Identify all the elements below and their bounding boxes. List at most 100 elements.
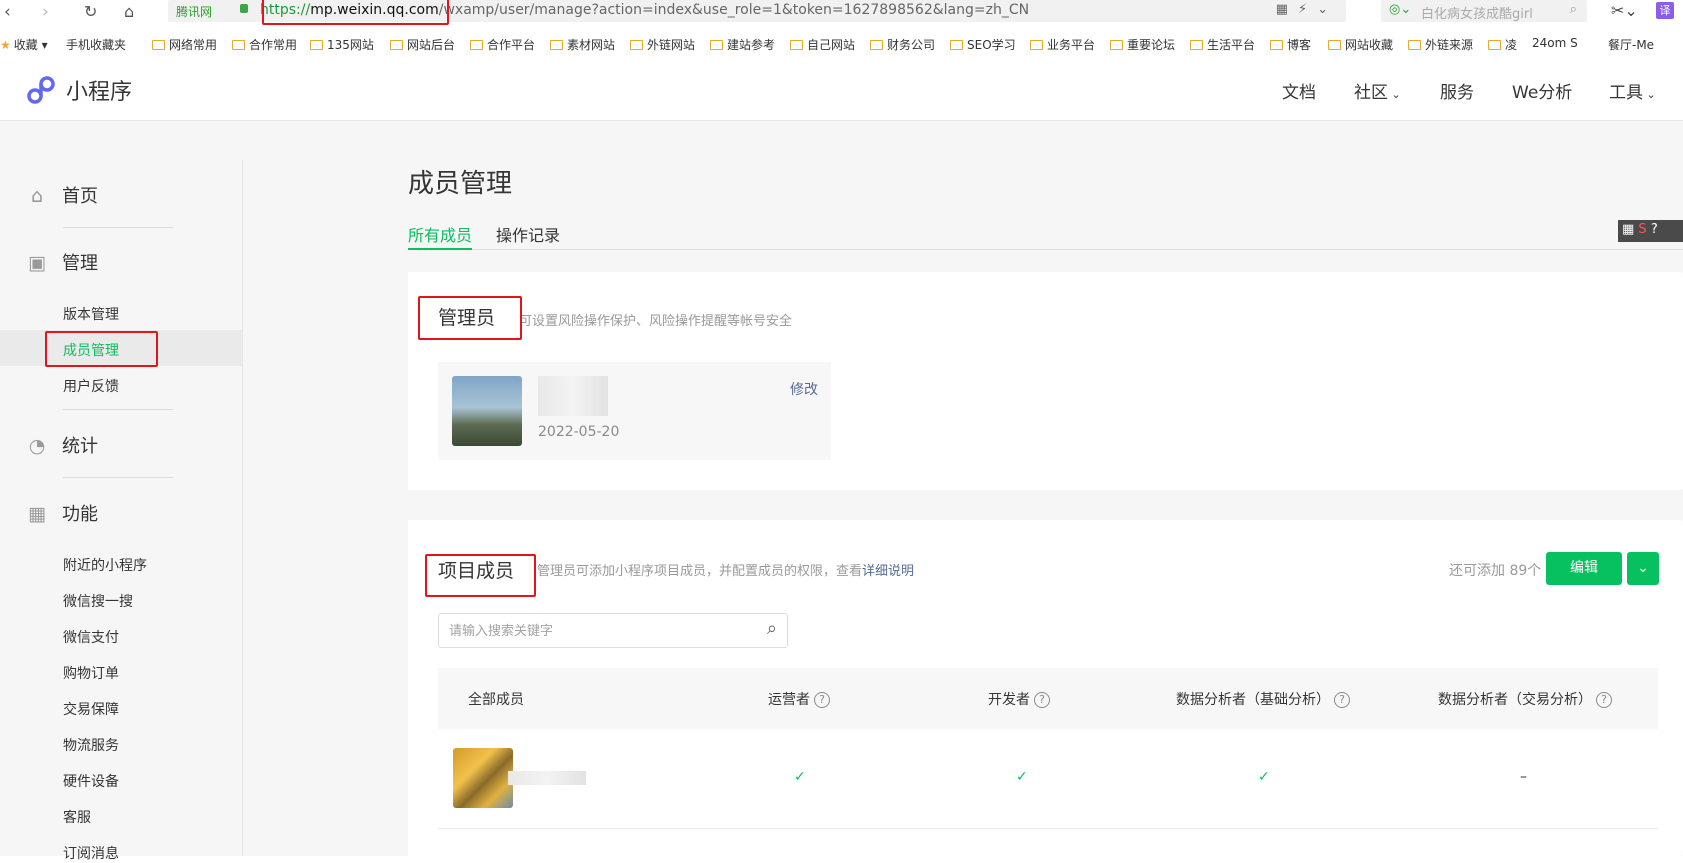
admin-name-blurred [538,376,608,416]
sidebar-item-feedback[interactable]: 用户反馈 [63,376,119,396]
search-icon[interactable]: ⌕ [767,618,777,639]
site-header: 小程序 文档 社区 ⌄ 服务 We分析 工具 ⌄ [0,56,1683,121]
tab-all-members[interactable]: 所有成员 [408,222,473,250]
help-icon[interactable]: ? [1034,692,1050,708]
edit-members-button[interactable]: 编辑 [1546,552,1622,585]
bookmark-item[interactable]: 财务公司 [870,36,935,53]
logo-text[interactable]: 小程序 [66,74,132,106]
table-row: ✓ ✓ ✓ – [438,729,1658,829]
chevron-down-icon: ⌄ [1643,88,1656,101]
bookmark-item[interactable]: 重要论坛 [1110,36,1175,53]
security-badge: 腾讯网 [176,5,213,19]
sidebar-section-manage[interactable]: ▣ 管理 [26,249,98,275]
sidebar-item-wechat-pay[interactable]: 微信支付 [63,627,119,647]
address-bar-icons[interactable]: ▦⚡⌄ [1276,2,1338,17]
forward-icon[interactable]: › [42,2,49,22]
bookmark-item[interactable]: 外链网站 [630,36,695,53]
annotation-box-admin [418,296,522,340]
bookmark-item[interactable]: SEO学习 [950,36,1016,53]
member-search-input[interactable] [449,620,739,642]
column-analyst-trade: 数据分析者（交易分析）? [1438,689,1612,709]
nav-community[interactable]: 社区 ⌄ [1354,78,1401,103]
sidebar-section-features[interactable]: ▦ 功能 [26,500,98,526]
members-desc: 管理员可添加小程序项目成员，并配置成员的权限，查看详细说明 [537,564,915,579]
bookmark-item[interactable]: 生活平台 [1190,36,1255,53]
annotation-box-url [262,0,449,25]
back-icon[interactable]: ‹ [4,2,11,22]
help-icon[interactable]: ? [1334,692,1350,708]
sidebar-item-hardware[interactable]: 硬件设备 [63,771,119,791]
nav-services[interactable]: 服务 [1440,78,1474,103]
admin-edit-link[interactable]: 修改 [790,379,818,399]
bookmark-item[interactable]: 合作平台 [470,36,535,53]
browser-search-text: 白化病女孩成酷girl [1421,7,1533,22]
developer-check-icon: ✓ [1016,769,1028,785]
translate-icon[interactable]: 译 [1656,2,1674,19]
scissors-icon[interactable]: ✂⌄ [1611,1,1638,20]
sidebar-section-home[interactable]: ⌂ 首页 [26,182,98,208]
chevron-down-icon: ⌄ [1388,88,1401,101]
star-icon: ★ [0,38,11,52]
bookmark-item[interactable]: 博客 [1270,36,1311,53]
tab-operation-log[interactable]: 操作记录 [496,222,560,250]
edit-dropdown-button[interactable]: ⌄ [1627,552,1659,585]
details-link[interactable]: 详细说明 [862,564,914,579]
admin-avatar [452,376,522,446]
nav-we-analytics[interactable]: We分析 [1512,78,1572,103]
home-icon[interactable]: ⌂ [124,2,134,21]
bookmark-item[interactable]: 凌 [1488,36,1517,53]
bookmark-item[interactable]: 网站收藏 [1328,36,1393,53]
search-engine-icon: ◎⌄ [1389,2,1412,17]
bookmark-item[interactable]: 合作常用 [232,36,297,53]
analyst-basic-check-icon: ✓ [1258,769,1270,785]
divider [63,227,173,228]
bookmark-item[interactable]: 建站参考 [710,36,775,53]
bookmark-item[interactable]: 24om S [1532,36,1578,50]
sidebar-item-subscription[interactable]: 订阅消息 [63,843,119,863]
sidebar-section-stats[interactable]: ◔ 统计 [26,432,98,458]
bookmark-item[interactable]: 135网站 [310,36,374,53]
sidebar-item-version[interactable]: 版本管理 [63,304,119,324]
bookmark-item[interactable]: 素材网站 [550,36,615,53]
help-icon[interactable]: ? [814,692,830,708]
help-icon[interactable]: ? [1596,692,1612,708]
sidebar-item-logistics[interactable]: 物流服务 [63,735,119,755]
bookmark-item[interactable]: 餐厅-Me [1608,36,1654,53]
bookmark-item[interactable]: 网络常用 [152,36,217,53]
browser-search[interactable]: ◎⌄ 白化病女孩成酷girl ⌕ [1381,0,1587,22]
tab-bar: 所有成员 操作记录 [408,222,1683,250]
remaining-count: 还可添加 89个 [1449,563,1542,579]
analyst-trade-value: – [1520,769,1527,785]
search-icon[interactable]: ⌕ [1570,2,1577,17]
miniprogram-logo-icon[interactable] [26,75,56,105]
column-analyst-basic: 数据分析者（基础分析）? [1176,689,1350,709]
chevron-down-icon: ⌄ [1637,560,1649,576]
annotation-box-project-members [425,554,536,597]
bookmark-item[interactable]: 手机收藏夹 [66,36,126,53]
bookmark-item[interactable]: 业务平台 [1030,36,1095,53]
admin-desc: 可设置风险操作保护、风险操作提醒等帐号安全 [519,314,793,329]
browser-extension-toolbar[interactable]: ▦ S ? [1618,220,1683,242]
operator-check-icon: ✓ [794,769,806,785]
divider [63,409,173,410]
annotation-box-members [45,331,158,367]
bookmark-item[interactable]: 自己网站 [790,36,855,53]
bookmark-item[interactable]: 外链来源 [1408,36,1473,53]
column-developer: 开发者? [988,689,1050,709]
member-name-blurred [508,771,586,785]
sidebar-item-customer-service[interactable]: 客服 [63,807,91,827]
divider [63,477,173,478]
column-all-members: 全部成员 [468,692,524,708]
bookmark-item[interactable]: ★ 收藏 ▾ [0,36,48,53]
sidebar-item-nearby[interactable]: 附近的小程序 [63,555,147,575]
browser-toolbar: ‹ › ↻ ⌂ 腾讯网 https://mp.weixin.qq.com/wxa… [0,0,1683,22]
nav-docs[interactable]: 文档 [1282,78,1316,103]
column-operator: 运营者? [768,689,830,709]
sidebar-item-orders[interactable]: 购物订单 [63,663,119,683]
sidebar-item-trade-guarantee[interactable]: 交易保障 [63,699,119,719]
bookmark-item[interactable]: 网站后台 [390,36,455,53]
sidebar-item-wechat-search[interactable]: 微信搜一搜 [63,591,133,611]
page-title: 成员管理 [408,169,513,199]
nav-tools[interactable]: 工具 ⌄ [1609,78,1656,103]
reload-icon[interactable]: ↻ [84,2,97,21]
